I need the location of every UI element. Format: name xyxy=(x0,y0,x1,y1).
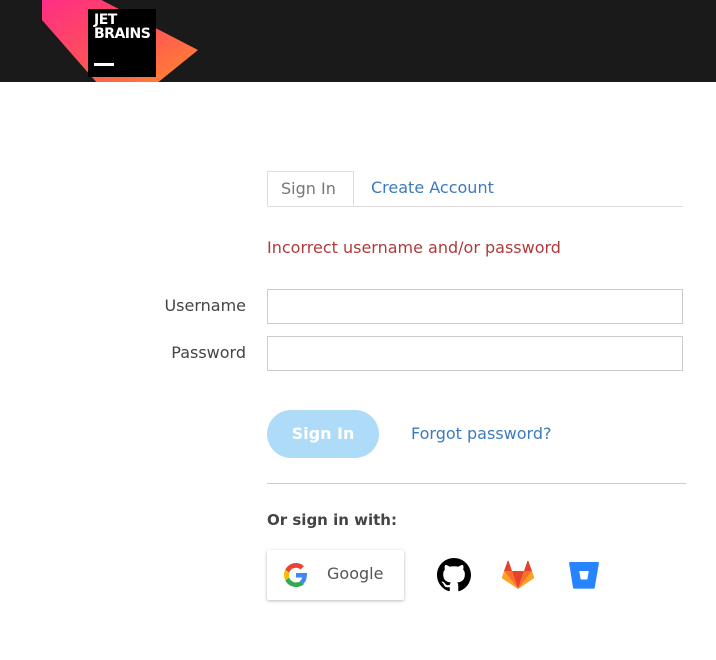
logo-underline xyxy=(94,63,114,66)
password-label: Password xyxy=(171,343,246,362)
username-label: Username xyxy=(164,296,246,315)
logo-box: JET BRAINS xyxy=(88,9,156,77)
forgot-password-link[interactable]: Forgot password? xyxy=(411,424,551,443)
logo-text: JET BRAINS xyxy=(94,12,151,42)
github-sign-in-button[interactable] xyxy=(437,558,471,592)
google-sign-in-button[interactable]: Google xyxy=(267,550,404,600)
sign-in-button[interactable]: Sign In xyxy=(267,410,379,458)
google-icon xyxy=(284,563,308,587)
tab-create-account[interactable]: Create Account xyxy=(358,171,507,205)
jetbrains-logo[interactable]: JET BRAINS xyxy=(38,0,203,82)
bitbucket-icon xyxy=(569,562,599,589)
gitlab-icon xyxy=(501,560,535,589)
error-message: Incorrect username and/or password xyxy=(267,238,561,257)
divider xyxy=(267,483,686,484)
gitlab-sign-in-button[interactable] xyxy=(501,558,535,592)
top-header: JET BRAINS xyxy=(0,0,716,82)
auth-tabs: Sign In Create Account xyxy=(267,171,683,207)
tab-sign-in[interactable]: Sign In xyxy=(267,171,354,206)
password-input[interactable] xyxy=(267,336,683,371)
username-input[interactable] xyxy=(267,289,683,324)
github-icon xyxy=(437,558,471,592)
social-heading: Or sign in with: xyxy=(267,511,397,529)
google-label: Google xyxy=(327,564,384,583)
bitbucket-sign-in-button[interactable] xyxy=(567,558,601,592)
